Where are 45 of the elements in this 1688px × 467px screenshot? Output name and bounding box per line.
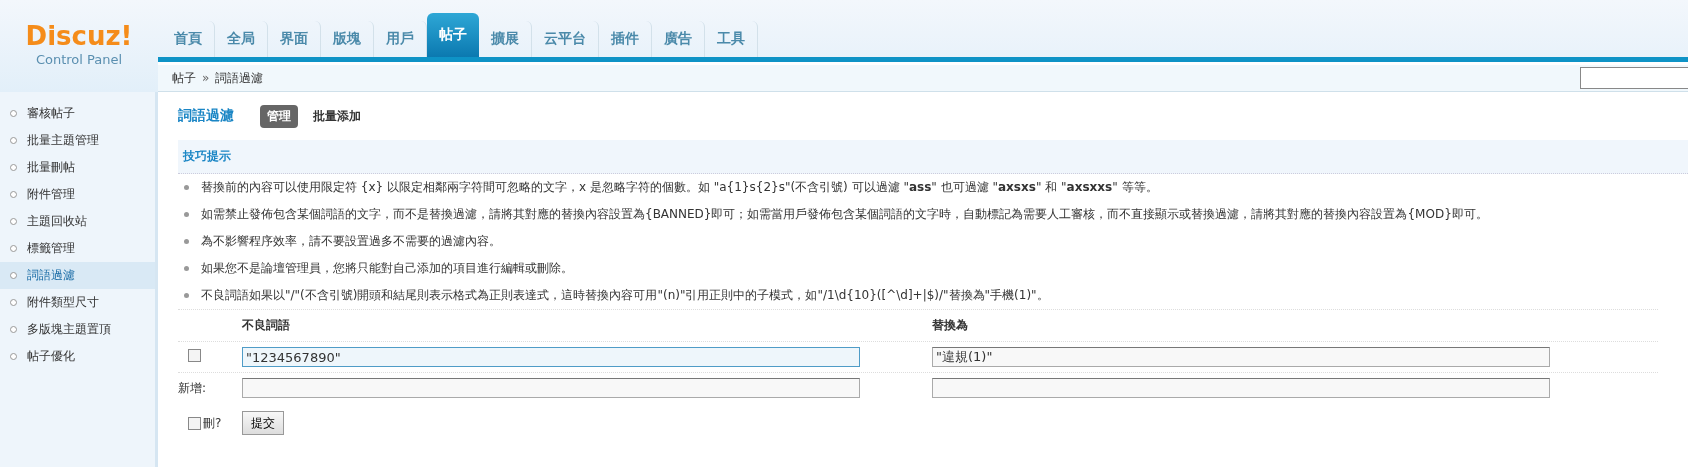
- breadcrumb-item[interactable]: 帖子: [172, 69, 196, 87]
- sidebar-item[interactable]: 標籤管理: [0, 235, 155, 262]
- page-title: 詞語過濾: [178, 107, 234, 125]
- tip-text: 如果您不是論壇管理員，您將只能對自己添加的項目進行編輯或刪除。: [201, 260, 573, 277]
- bullet-icon: [184, 212, 189, 217]
- replacement-field[interactable]: "違規(1)": [932, 347, 1550, 367]
- new-word-field[interactable]: [242, 378, 860, 398]
- sub-tab[interactable]: 批量添加: [306, 104, 368, 128]
- word-field[interactable]: "1234567890": [242, 347, 860, 367]
- bullet-icon: [184, 239, 189, 244]
- sidebar-item[interactable]: 附件管理: [0, 181, 155, 208]
- column-header: 不良詞語: [242, 317, 291, 334]
- nav-tab[interactable]: 帖子: [427, 13, 479, 57]
- logo-title: Discuz!: [25, 22, 133, 50]
- sidebar-item[interactable]: 多版塊主題置頂: [0, 316, 155, 343]
- delete-label: 刪?: [203, 414, 222, 432]
- delete-checkbox[interactable]: [188, 416, 201, 430]
- sub-tab[interactable]: 管理: [260, 104, 298, 128]
- bullet-icon: [184, 293, 189, 298]
- tips-header: 技巧提示: [178, 140, 1688, 174]
- tip-text: 為不影響程序效率，請不要設置過多不需要的過濾內容。: [201, 233, 501, 250]
- row-checkbox[interactable]: [188, 349, 201, 362]
- breadcrumb-item: 詞語過濾: [215, 69, 264, 87]
- sidebar-item[interactable]: 審核帖子: [0, 100, 155, 127]
- sidebar-item[interactable]: 附件類型尺寸: [0, 289, 155, 316]
- logo-subtitle: Control Panel: [35, 52, 123, 67]
- sidebar-item[interactable]: 詞語過濾: [0, 262, 155, 289]
- nav-tab[interactable]: 插件: [599, 21, 652, 57]
- column-header: 替換為: [932, 317, 969, 334]
- new-row-label: 新增:: [178, 379, 208, 397]
- search-field[interactable]: [1580, 67, 1688, 89]
- breadcrumb-separator: »: [202, 71, 210, 85]
- nav-tab[interactable]: 版塊: [321, 21, 374, 57]
- sidebar-item[interactable]: 主題回收站: [0, 208, 155, 235]
- sidebar-item[interactable]: 帖子優化: [0, 343, 155, 370]
- sidebar-item[interactable]: 批量刪帖: [0, 154, 155, 181]
- tip-text: 替換前的內容可以使用限定符 {x} 以限定相鄰兩字符間可忽略的文字，x 是忽略字符的個數。如 "a{1}s{2}s"(不含引號) 可以過濾 "ass" 也可過濾 "axsxs" 和 "axsxxs" 等等。: [201, 179, 1158, 196]
- submit-button[interactable]: 提交: [242, 411, 284, 435]
- bullet-icon: [184, 185, 189, 190]
- new-replacement-field[interactable]: [932, 378, 1550, 398]
- sidebar-item[interactable]: 批量主題管理: [0, 127, 155, 154]
- tip-text: 如需禁止發佈包含某個詞語的文字，而不是替換過濾，請將其對應的替換內容設置為{BANNED}即可；如需當用戶發佈包含某個詞語的文字時，自動標記為需要人工審核，而不直接顯示或替換過濾，請將其對應的替換內容設置為{MOD}即可。: [201, 206, 1488, 223]
- nav-tab[interactable]: 擴展: [479, 21, 532, 57]
- bullet-icon: [184, 266, 189, 271]
- tip-text: 不良詞語如果以"/"(不含引號)開頭和結尾則表示格式為正則表達式，這時替換內容可用"(n)"引用正則中的子模式，如"/1\d{10}([^\d]+|$)/"替換為"手機(1)"。: [201, 287, 1049, 304]
